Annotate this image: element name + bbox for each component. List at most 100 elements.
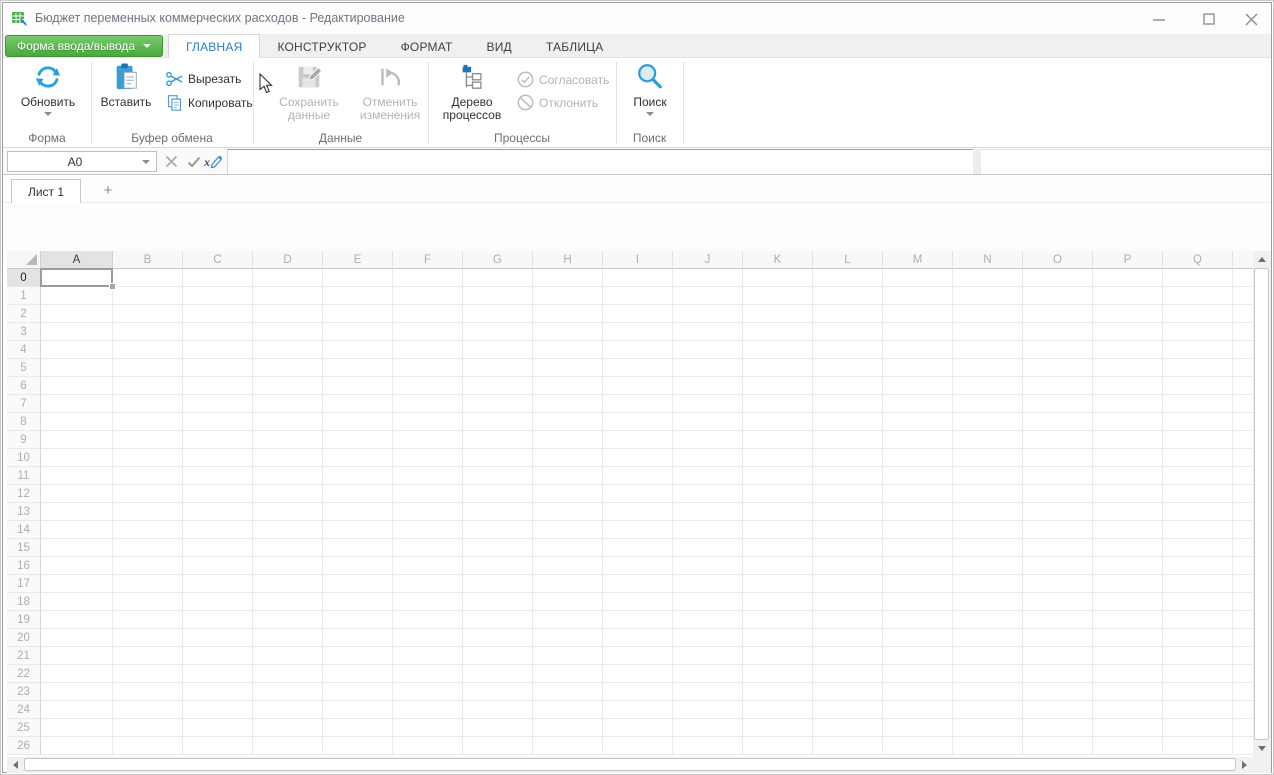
cell-A19[interactable] (41, 611, 113, 629)
cell-K15[interactable] (743, 539, 813, 557)
cell-D9[interactable] (253, 431, 323, 449)
cell-J10[interactable] (673, 449, 743, 467)
cell-G24[interactable] (463, 701, 533, 719)
cell-C26[interactable] (183, 737, 253, 755)
save-data-button[interactable]: Сохранить данные (265, 61, 353, 122)
cell-F4[interactable] (393, 341, 463, 359)
cell-E25[interactable] (323, 719, 393, 737)
cell-G14[interactable] (463, 521, 533, 539)
cell-B16[interactable] (113, 557, 183, 575)
cell-P25[interactable] (1093, 719, 1163, 737)
cell-C5[interactable] (183, 359, 253, 377)
cell-C24[interactable] (183, 701, 253, 719)
cell-H24[interactable] (533, 701, 603, 719)
cell-L2[interactable] (813, 305, 883, 323)
cell-I5[interactable] (603, 359, 673, 377)
cell-M23[interactable] (883, 683, 953, 701)
cell-O5[interactable] (1023, 359, 1093, 377)
cell-N18[interactable] (953, 593, 1023, 611)
cell-A22[interactable] (41, 665, 113, 683)
cell-C7[interactable] (183, 395, 253, 413)
cell-L5[interactable] (813, 359, 883, 377)
column-header-E[interactable]: E (323, 251, 393, 269)
cell-E18[interactable] (323, 593, 393, 611)
cell-O18[interactable] (1023, 593, 1093, 611)
cell-N23[interactable] (953, 683, 1023, 701)
cell-G20[interactable] (463, 629, 533, 647)
cell-H0[interactable] (533, 269, 603, 287)
cell-O17[interactable] (1023, 575, 1093, 593)
cell-D26[interactable] (253, 737, 323, 755)
cell-P13[interactable] (1093, 503, 1163, 521)
row-header-20[interactable]: 20 (7, 629, 41, 647)
cell-N9[interactable] (953, 431, 1023, 449)
cell-Q24[interactable] (1163, 701, 1233, 719)
cell-N26[interactable] (953, 737, 1023, 755)
cell-E20[interactable] (323, 629, 393, 647)
cell-P23[interactable] (1093, 683, 1163, 701)
cell-H17[interactable] (533, 575, 603, 593)
cell-I10[interactable] (603, 449, 673, 467)
cell-J4[interactable] (673, 341, 743, 359)
row-header-23[interactable]: 23 (7, 683, 41, 701)
cell-B18[interactable] (113, 593, 183, 611)
cell-K17[interactable] (743, 575, 813, 593)
cell-A10[interactable] (41, 449, 113, 467)
cell-M2[interactable] (883, 305, 953, 323)
cell-F11[interactable] (393, 467, 463, 485)
scroll-up-button[interactable] (1253, 251, 1271, 268)
cell-I6[interactable] (603, 377, 673, 395)
column-header-K[interactable]: K (743, 251, 813, 269)
cell-N20[interactable] (953, 629, 1023, 647)
cell-I2[interactable] (603, 305, 673, 323)
row-header-3[interactable]: 3 (7, 323, 41, 341)
row-header-22[interactable]: 22 (7, 665, 41, 683)
cell-B11[interactable] (113, 467, 183, 485)
cell-O20[interactable] (1023, 629, 1093, 647)
cell-O6[interactable] (1023, 377, 1093, 395)
row-header-1[interactable]: 1 (7, 287, 41, 305)
cell-F6[interactable] (393, 377, 463, 395)
cell-I17[interactable] (603, 575, 673, 593)
cell-Q10[interactable] (1163, 449, 1233, 467)
cell-N21[interactable] (953, 647, 1023, 665)
cell-I20[interactable] (603, 629, 673, 647)
cell-F2[interactable] (393, 305, 463, 323)
cell-H12[interactable] (533, 485, 603, 503)
cell-C2[interactable] (183, 305, 253, 323)
cell-K3[interactable] (743, 323, 813, 341)
cell-C16[interactable] (183, 557, 253, 575)
cell-F12[interactable] (393, 485, 463, 503)
cell-I9[interactable] (603, 431, 673, 449)
column-header-A[interactable]: A (41, 251, 113, 269)
cell-M7[interactable] (883, 395, 953, 413)
cell-C20[interactable] (183, 629, 253, 647)
cell-M19[interactable] (883, 611, 953, 629)
cell-G0[interactable] (463, 269, 533, 287)
row-header-25[interactable]: 25 (7, 719, 41, 737)
tab-vid[interactable]: ВИД (470, 34, 529, 59)
row-header-19[interactable]: 19 (7, 611, 41, 629)
cell-Q20[interactable] (1163, 629, 1233, 647)
cell-B20[interactable] (113, 629, 183, 647)
cell-L3[interactable] (813, 323, 883, 341)
cell-N8[interactable] (953, 413, 1023, 431)
cell-P15[interactable] (1093, 539, 1163, 557)
cell-A21[interactable] (41, 647, 113, 665)
cell-Q15[interactable] (1163, 539, 1233, 557)
cell-L4[interactable] (813, 341, 883, 359)
cell-M15[interactable] (883, 539, 953, 557)
cell-H16[interactable] (533, 557, 603, 575)
cell-F15[interactable] (393, 539, 463, 557)
cell-P2[interactable] (1093, 305, 1163, 323)
maximize-button[interactable] (1194, 9, 1224, 29)
cell-M17[interactable] (883, 575, 953, 593)
cell-A23[interactable] (41, 683, 113, 701)
cell-K4[interactable] (743, 341, 813, 359)
cell-K2[interactable] (743, 305, 813, 323)
cell-D24[interactable] (253, 701, 323, 719)
cell-H7[interactable] (533, 395, 603, 413)
minimize-button[interactable] (1144, 9, 1174, 29)
cell-K12[interactable] (743, 485, 813, 503)
cell-N24[interactable] (953, 701, 1023, 719)
